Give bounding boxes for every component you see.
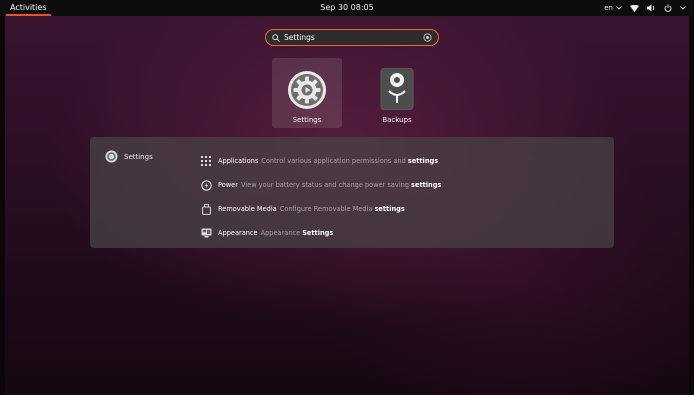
- provider-label: Settings: [124, 152, 153, 161]
- result-highlight: settings: [407, 157, 439, 165]
- result-appearance[interactable]: Appearance Appearance Settings: [200, 221, 441, 245]
- search-results-panel: Settings Applications Control various ap…: [90, 137, 614, 248]
- settings-gear-icon: [288, 71, 326, 109]
- top-bar: Activities Sep 30 08:05 en: [0, 0, 694, 16]
- volume-icon[interactable]: [647, 4, 656, 12]
- search-icon: [272, 33, 280, 42]
- result-highlight: settings: [374, 205, 405, 213]
- wifi-icon[interactable]: [630, 4, 639, 12]
- result-highlight: settings: [411, 181, 442, 189]
- power-icon[interactable]: [664, 4, 672, 12]
- result-applications[interactable]: Applications Control various application…: [200, 149, 441, 173]
- search-input[interactable]: Settings: [265, 29, 439, 46]
- keyboard-layout-indicator[interactable]: en: [604, 4, 622, 12]
- backups-icon: [380, 68, 414, 110]
- keyboard-layout-label: en: [604, 4, 613, 12]
- chevron-down-icon: [616, 6, 622, 10]
- app-settings-label: Settings: [292, 116, 322, 124]
- chevron-down-icon[interactable]: [680, 6, 686, 10]
- results-list: Applications Control various application…: [200, 149, 441, 245]
- screen-edge-left: [0, 0, 5, 395]
- result-description: Control various application permissions …: [261, 157, 406, 165]
- result-name: Applications: [218, 157, 259, 165]
- result-name: Appearance: [218, 229, 258, 237]
- result-description: Configure Removable Media: [279, 205, 373, 213]
- appearance-icon: [200, 227, 212, 239]
- result-name: Power: [218, 181, 238, 189]
- search-input-value: Settings: [284, 33, 315, 42]
- screen-edge-right: [689, 0, 694, 395]
- removable-media-icon: [200, 203, 212, 215]
- settings-provider[interactable]: Settings: [105, 150, 153, 163]
- system-tray[interactable]: en: [604, 0, 686, 16]
- clock[interactable]: Sep 30 08:05: [0, 0, 694, 16]
- grid-icon: [200, 155, 212, 167]
- app-settings[interactable]: Settings: [272, 58, 342, 128]
- settings-icon: [105, 150, 118, 163]
- result-highlight: Settings: [302, 229, 334, 237]
- result-name: Removable Media: [218, 205, 277, 213]
- result-removable-media[interactable]: Removable Media Configure Removable Medi…: [200, 197, 441, 221]
- result-power[interactable]: Power View your battery status and chang…: [200, 173, 441, 197]
- power-icon: [200, 179, 212, 191]
- app-backups-label: Backups: [382, 116, 412, 124]
- result-description: View your battery status and change powe…: [240, 181, 410, 189]
- app-backups[interactable]: Backups: [362, 58, 432, 128]
- clear-icon[interactable]: [423, 33, 432, 42]
- result-description: Appearance: [260, 229, 301, 237]
